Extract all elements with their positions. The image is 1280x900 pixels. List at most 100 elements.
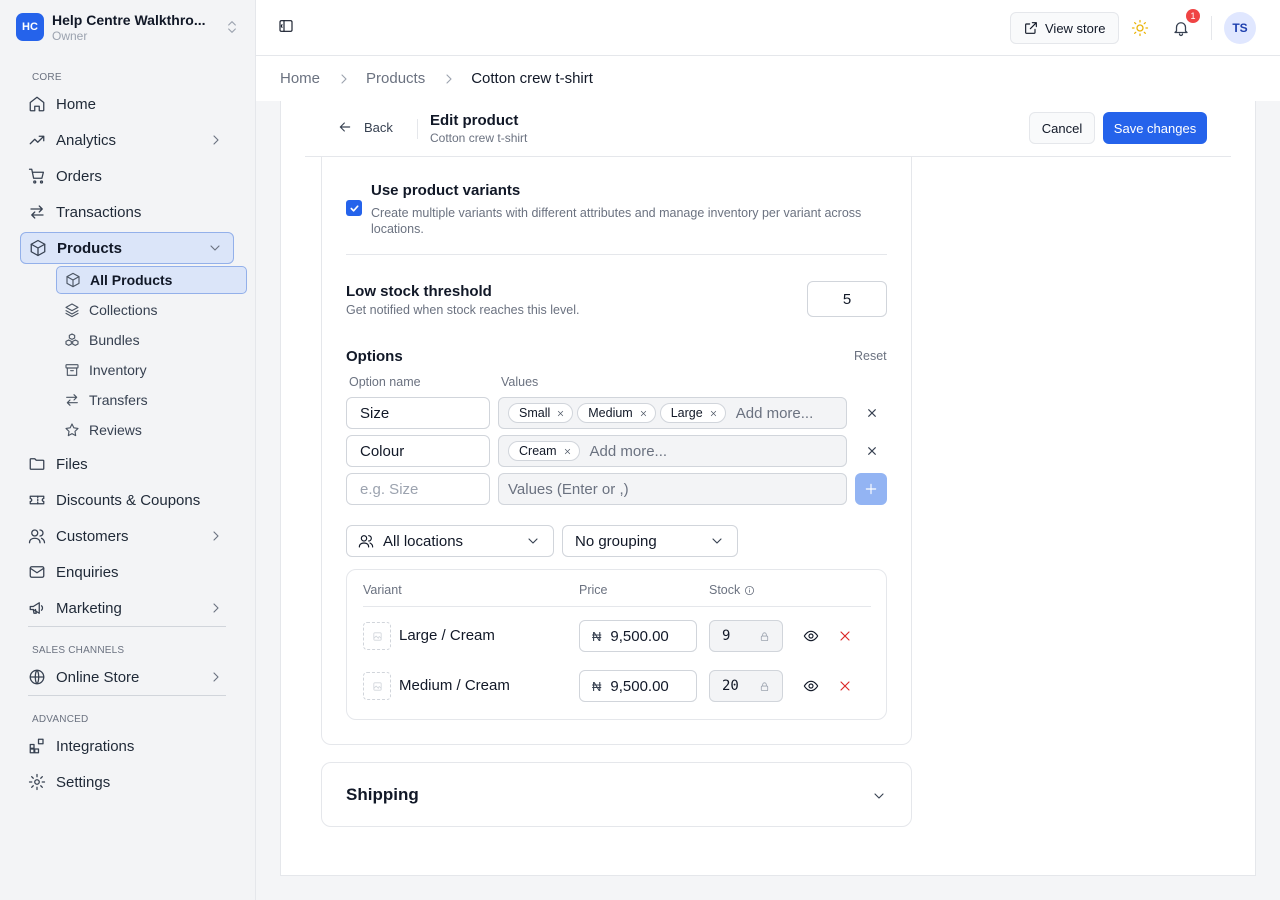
add-more-placeholder: Add more... — [735, 404, 814, 422]
delete-variant-icon[interactable] — [837, 678, 853, 694]
sidebar-item-integrations[interactable]: Integrations — [20, 730, 234, 762]
sidebar-item-files[interactable]: Files — [20, 448, 234, 480]
sidebar-subitem-inventory[interactable]: Inventory — [56, 356, 247, 384]
variant-image-placeholder[interactable] — [363, 672, 391, 700]
sidebar-item-home[interactable]: Home — [20, 88, 234, 120]
cancel-button[interactable]: Cancel — [1029, 112, 1095, 144]
eye-icon[interactable] — [803, 628, 819, 644]
new-option-values-input[interactable]: Values (Enter or ,) — [498, 473, 847, 505]
option-name-input[interactable]: Size — [346, 397, 490, 429]
boxes-icon — [64, 332, 89, 348]
eye-icon[interactable] — [803, 678, 819, 694]
sidebar-toggle-icon[interactable] — [278, 18, 294, 34]
sidebar-subitem-reviews[interactable]: Reviews — [56, 416, 247, 444]
arrows-left-right-icon — [64, 392, 89, 408]
workspace-name: Help Centre Walkthro... — [52, 11, 206, 28]
sun-icon[interactable] — [1131, 19, 1149, 37]
sidebar-subitem-all-products[interactable]: All Products — [56, 266, 247, 294]
sidebar-item-label: Analytics — [56, 131, 117, 149]
sidebar: HC Help Centre Walkthro... Owner CORE Ho… — [0, 0, 256, 900]
sidebar-item-orders[interactable]: Orders — [20, 160, 234, 192]
add-option-button[interactable] — [855, 473, 887, 505]
use-variants-checkbox[interactable] — [346, 200, 362, 216]
back-button[interactable]: Back — [337, 119, 393, 135]
sidebar-item-marketing[interactable]: Marketing — [20, 592, 234, 624]
breadcrumb-products[interactable]: Products — [366, 70, 425, 87]
option-name-input[interactable]: Colour — [346, 435, 490, 467]
variant-table: Variant Price Stock Large / Cream ₦ 9,50… — [346, 569, 887, 720]
breadcrumb: Home Products Cotton crew t-shirt — [256, 56, 1280, 101]
sidebar-item-settings[interactable]: Settings — [20, 766, 234, 798]
header-divider — [417, 119, 418, 139]
sidebar-item-label: Transactions — [56, 203, 142, 221]
lock-icon — [759, 681, 770, 692]
external-link-icon — [1023, 20, 1045, 36]
lock-icon — [759, 631, 770, 642]
grouping-select[interactable]: No grouping — [562, 525, 738, 557]
sidebar-subitem-bundles[interactable]: Bundles — [56, 326, 247, 354]
section-sales-channels: SALES CHANNELS — [32, 645, 125, 656]
folder-icon — [28, 455, 56, 473]
sidebar-item-label: Marketing — [56, 599, 122, 617]
location-select[interactable]: All locations — [346, 525, 554, 557]
variant-price-input[interactable]: ₦ 9,500.00 — [579, 670, 697, 702]
back-label: Back — [364, 119, 393, 135]
options-reset-button[interactable]: Reset — [854, 349, 887, 363]
sidebar-item-online-store[interactable]: Online Store — [20, 661, 234, 693]
gear-icon — [28, 773, 56, 791]
chip-label: Large — [670, 406, 703, 420]
section-advanced: ADVANCED — [32, 714, 89, 725]
sidebar-subitem-label: Reviews — [89, 422, 142, 438]
add-more-placeholder: Add more... — [589, 442, 668, 460]
avatar[interactable]: TS — [1224, 12, 1256, 44]
workspace-role: Owner — [52, 28, 88, 43]
close-icon[interactable] — [633, 409, 648, 418]
breadcrumb-home[interactable]: Home — [280, 70, 320, 87]
workspace-switcher[interactable]: HC Help Centre Walkthro... Owner — [16, 10, 240, 44]
option-values-input[interactable]: Small Medium Large Add more... — [498, 397, 847, 429]
stock-value: 20 — [722, 678, 739, 694]
sidebar-item-analytics[interactable]: Analytics — [20, 124, 234, 156]
sidebar-subitem-transfers[interactable]: Transfers — [56, 386, 247, 414]
close-icon[interactable] — [703, 409, 718, 418]
low-stock-input[interactable]: 5 — [807, 281, 887, 317]
delete-variant-icon[interactable] — [837, 628, 853, 644]
close-icon[interactable] — [550, 409, 565, 418]
option-values-input[interactable]: Cream Add more... — [498, 435, 847, 467]
remove-option-icon[interactable] — [864, 405, 880, 421]
ticket-icon — [28, 491, 56, 509]
variant-image-placeholder[interactable] — [363, 622, 391, 650]
options-title: Options — [346, 348, 403, 365]
sidebar-subitem-collections[interactable]: Collections — [56, 296, 247, 324]
save-button[interactable]: Save changes — [1103, 112, 1207, 144]
sidebar-item-transactions[interactable]: Transactions — [20, 196, 234, 228]
chip-label: Small — [519, 406, 551, 420]
view-store-button[interactable]: View store — [1010, 12, 1119, 44]
close-icon[interactable] — [557, 447, 572, 456]
remove-option-icon[interactable] — [864, 443, 880, 459]
sidebar-item-label: Settings — [56, 773, 111, 791]
variant-name: Large / Cream — [399, 627, 495, 644]
workspace-logo: HC — [16, 13, 44, 41]
sidebar-item-discounts[interactable]: Discounts & Coupons — [20, 484, 234, 516]
sidebar-item-customers[interactable]: Customers — [20, 520, 234, 552]
sidebar-item-enquiries[interactable]: Enquiries — [20, 556, 234, 588]
section-core: CORE — [32, 72, 62, 83]
sidebar-item-products[interactable]: Products — [20, 232, 234, 264]
box-icon — [29, 239, 57, 257]
sidebar-item-label: Products — [57, 239, 123, 257]
variant-stock-input[interactable]: 20 — [709, 670, 783, 702]
shipping-card[interactable]: Shipping — [321, 762, 912, 827]
new-option-name-input[interactable]: e.g. Size — [346, 473, 490, 505]
box-icon — [65, 272, 90, 288]
variant-stock-input[interactable]: 9 — [709, 620, 783, 652]
bell-icon[interactable] — [1172, 19, 1190, 37]
sidebar-subitem-label: Bundles — [89, 332, 140, 348]
sidebar-subitem-label: All Products — [90, 272, 173, 288]
chevron-down-icon — [871, 788, 887, 804]
shipping-title: Shipping — [346, 785, 419, 804]
info-icon[interactable] — [744, 585, 755, 596]
variant-price-input[interactable]: ₦ 9,500.00 — [579, 620, 697, 652]
option-value-chip: Cream — [508, 441, 580, 461]
stock-column-header: Stock — [709, 583, 755, 597]
